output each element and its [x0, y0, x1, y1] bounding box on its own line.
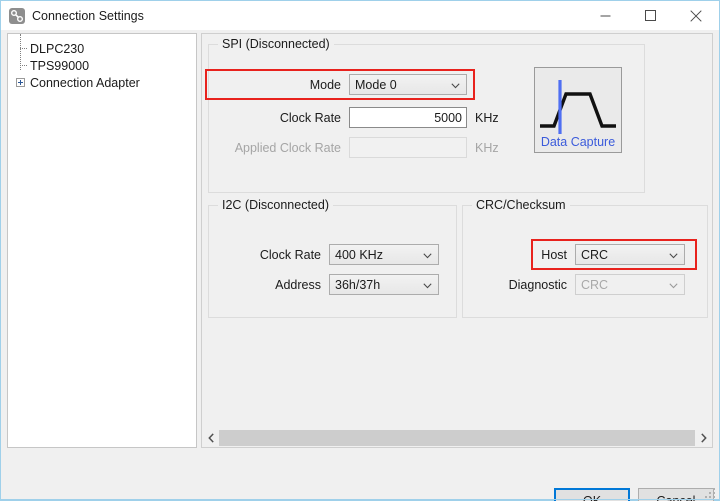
i2c-address-value: 36h/37h	[335, 278, 380, 292]
crc-host-select[interactable]: CRC	[575, 244, 685, 265]
i2c-groupbox-title: I2C (Disconnected)	[218, 198, 333, 212]
i2c-address-row: Address 36h/37h	[209, 274, 449, 295]
crc-diagnostic-row: Diagnostic CRC	[463, 274, 703, 295]
spi-applied-clock-rate-row: Applied Clock Rate KHz	[209, 137, 509, 158]
spi-mode-value: Mode 0	[355, 78, 397, 92]
chevron-down-icon	[451, 83, 459, 88]
scroll-left-arrow[interactable]	[203, 430, 219, 446]
crc-groupbox: CRC/Checksum Host CRC Diagnostic CRC	[462, 205, 708, 318]
expand-plus-icon[interactable]	[16, 78, 25, 87]
crc-groupbox-title: CRC/Checksum	[472, 198, 570, 212]
waveform-icon	[540, 94, 616, 126]
spi-clock-rate-unit: KHz	[475, 111, 499, 125]
chevron-down-icon	[669, 253, 677, 258]
scrollbar-thumb[interactable]	[219, 430, 695, 446]
spi-clock-rate-value: 5000	[434, 111, 462, 125]
crc-host-row: Host CRC	[463, 244, 703, 265]
titlebar: Connection Settings	[1, 1, 719, 30]
spi-mode-row: Mode Mode 0	[209, 74, 469, 95]
tree-item-label: TPS99000	[30, 59, 89, 73]
i2c-address-label: Address	[209, 278, 321, 292]
i2c-clock-rate-value: 400 KHz	[335, 248, 383, 262]
window-title: Connection Settings	[32, 9, 144, 23]
spi-clock-rate-input[interactable]: 5000	[349, 107, 467, 128]
spi-applied-clock-rate-input	[349, 137, 467, 158]
resize-grip[interactable]	[704, 486, 716, 498]
settings-scroll-panel: SPI (Disconnected) Mode Mode 0 Clock Rat…	[201, 33, 713, 448]
crc-diagnostic-value: CRC	[581, 278, 608, 292]
i2c-groupbox: I2C (Disconnected) Clock Rate 400 KHz Ad…	[208, 205, 457, 318]
connection-settings-window: Connection Settings	[0, 0, 720, 501]
close-button[interactable]	[673, 1, 718, 30]
device-tree-panel[interactable]: DLPC230 TPS99000 Connection Adapter	[7, 33, 197, 448]
i2c-clock-rate-row: Clock Rate 400 KHz	[209, 244, 449, 265]
minimize-button[interactable]	[583, 1, 628, 30]
maximize-button[interactable]	[628, 1, 673, 30]
data-capture-label: Data Capture	[535, 135, 621, 149]
crc-diagnostic-select: CRC	[575, 274, 685, 295]
crc-diagnostic-label: Diagnostic	[463, 278, 567, 292]
spi-applied-clock-rate-label: Applied Clock Rate	[209, 141, 341, 155]
i2c-address-select[interactable]: 36h/37h	[329, 274, 439, 295]
spi-mode-select[interactable]: Mode 0	[349, 74, 467, 95]
tree-item-connection-adapter[interactable]: Connection Adapter	[8, 74, 196, 91]
spi-groupbox-title: SPI (Disconnected)	[218, 37, 334, 51]
i2c-clock-rate-label: Clock Rate	[209, 248, 321, 262]
spi-clock-rate-label: Clock Rate	[209, 111, 341, 125]
horizontal-scrollbar[interactable]	[203, 430, 711, 446]
client-area: DLPC230 TPS99000 Connection Adapter SPI …	[1, 30, 719, 500]
chevron-down-icon	[423, 283, 431, 288]
window-controls	[583, 1, 718, 30]
data-capture-panel[interactable]: Data Capture	[534, 67, 622, 153]
crc-host-label: Host	[463, 248, 567, 262]
tree-item-tps99000[interactable]: TPS99000	[8, 57, 196, 74]
scroll-right-arrow[interactable]	[695, 430, 711, 446]
tree-item-label: Connection Adapter	[30, 76, 140, 90]
spi-applied-clock-rate-unit: KHz	[475, 141, 499, 155]
connection-settings-icon	[9, 8, 25, 24]
tree-item-dlpc230[interactable]: DLPC230	[8, 40, 196, 57]
tree-item-label: DLPC230	[30, 42, 84, 56]
spi-clock-rate-row: Clock Rate 5000 KHz	[209, 107, 509, 128]
i2c-clock-rate-select[interactable]: 400 KHz	[329, 244, 439, 265]
crc-host-value: CRC	[581, 248, 608, 262]
chevron-down-icon	[669, 283, 677, 288]
window-bottom-border	[1, 499, 719, 500]
chevron-down-icon	[423, 253, 431, 258]
spi-mode-label: Mode	[209, 78, 341, 92]
spi-groupbox: SPI (Disconnected) Mode Mode 0 Clock Rat…	[208, 44, 645, 193]
